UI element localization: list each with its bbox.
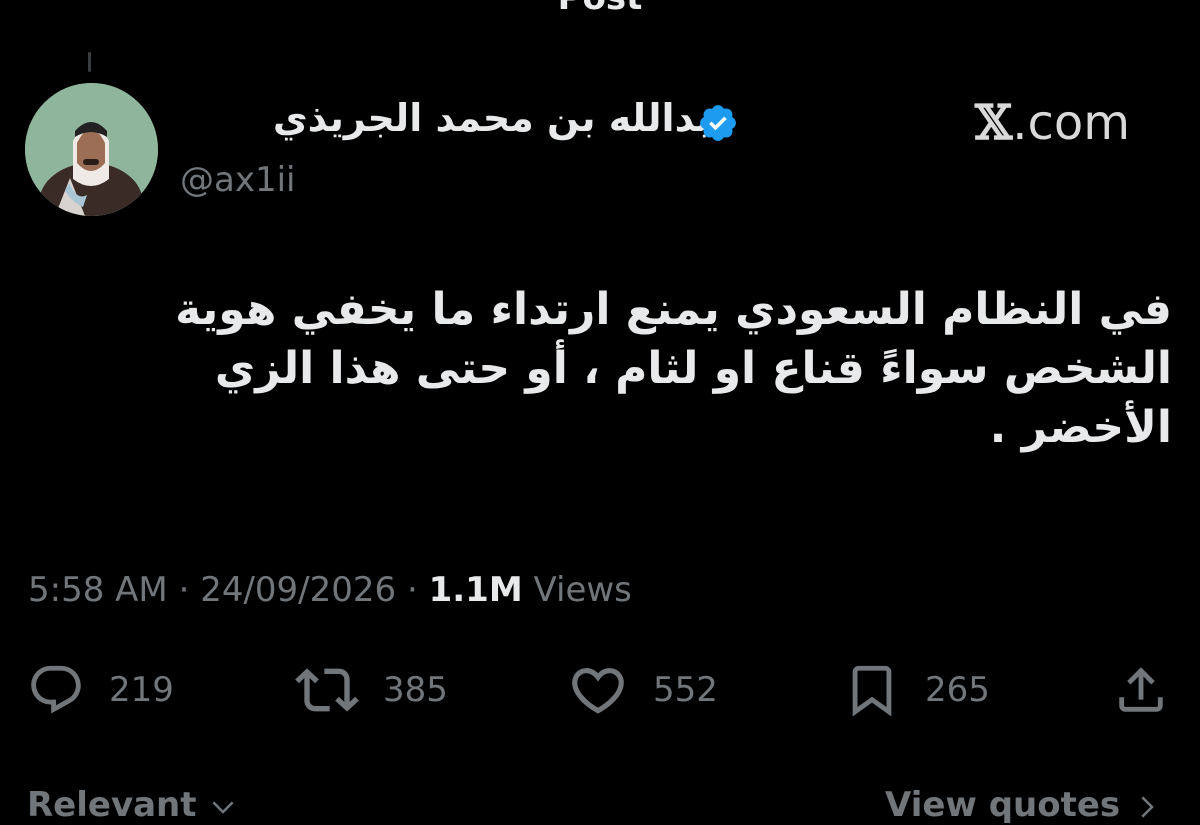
like-button[interactable]: 552 xyxy=(567,660,718,720)
post-date[interactable]: 24/09/2026 xyxy=(200,570,396,610)
chevron-right-icon xyxy=(1141,795,1154,818)
heart-icon xyxy=(572,668,624,714)
avatar[interactable] xyxy=(25,83,158,216)
x-logo: 𝕏 xyxy=(975,95,1013,151)
views-count: 1.1M xyxy=(428,570,523,610)
repost-button[interactable]: 385 xyxy=(295,660,448,720)
verified-icon xyxy=(700,105,736,141)
tweet-meta: 5:58 AM · 24/09/2026 · 1.1M Views xyxy=(28,570,632,610)
action-bar: 219 385 552 265 xyxy=(0,660,1200,720)
like-count: 552 xyxy=(653,670,718,710)
sort-label: Relevant xyxy=(27,785,197,825)
page-title: Post xyxy=(0,0,1200,18)
reply-button[interactable]: 219 xyxy=(27,660,174,720)
views-label: Views xyxy=(522,570,632,610)
author-name[interactable]: عبدالله بن محمد الجريذي xyxy=(273,96,738,140)
chevron-down-icon xyxy=(212,800,234,814)
reply-icon xyxy=(31,665,81,714)
thread-line xyxy=(88,52,91,72)
bookmark-count: 265 xyxy=(925,670,990,710)
repost-icon xyxy=(295,668,359,712)
share-button[interactable] xyxy=(1112,660,1170,720)
source-watermark: 𝕏.com xyxy=(975,95,1130,151)
sort-dropdown[interactable]: Relevant xyxy=(27,785,238,825)
post-time[interactable]: 5:58 AM xyxy=(28,570,168,610)
meta-separator: · xyxy=(167,570,201,610)
bookmark-icon xyxy=(852,665,892,717)
share-icon xyxy=(1119,667,1163,712)
bottom-bar: Relevant View quotes xyxy=(0,785,1200,825)
view-quotes-link[interactable]: View quotes xyxy=(885,785,1162,825)
source-domain: .com xyxy=(1012,95,1131,151)
reply-count: 219 xyxy=(109,670,174,710)
bookmark-button[interactable]: 265 xyxy=(843,660,990,720)
repost-count: 385 xyxy=(383,670,448,710)
tweet-text: في النظام السعودي يمنع ارتداء ما يخفي هو… xyxy=(175,284,1172,453)
meta-separator: · xyxy=(396,570,429,610)
view-quotes-label: View quotes xyxy=(885,785,1121,825)
author-handle[interactable]: @ax1ii xyxy=(180,160,295,200)
